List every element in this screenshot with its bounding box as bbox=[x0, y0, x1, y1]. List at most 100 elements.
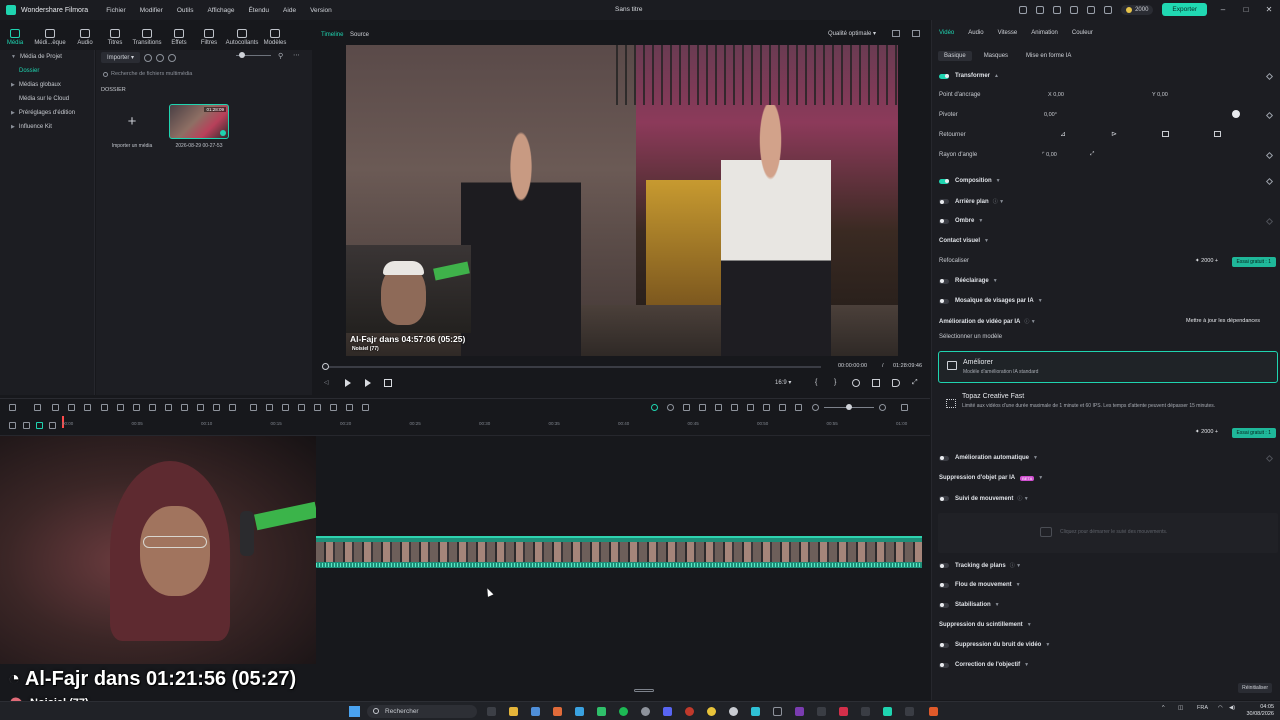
filmora-taskbar-icon[interactable] bbox=[883, 707, 892, 716]
text-icon[interactable] bbox=[133, 404, 140, 411]
camera-icon[interactable] bbox=[872, 379, 880, 387]
motion-tracker-area[interactable]: Cliquez pour démarrer le suivi des mouve… bbox=[938, 513, 1278, 553]
stabilization-toggle[interactable] bbox=[939, 602, 949, 608]
menu-version[interactable]: Version bbox=[310, 7, 332, 14]
chroma-icon[interactable] bbox=[330, 404, 337, 411]
image-icon[interactable] bbox=[779, 404, 786, 411]
chevron-down-icon[interactable]: ▼ bbox=[995, 602, 1000, 608]
magic-icon[interactable] bbox=[266, 404, 273, 411]
menu-affichage[interactable]: Affichage bbox=[207, 7, 234, 14]
redo-icon[interactable] bbox=[68, 404, 75, 411]
media-clip-thumbnail[interactable]: 01:28:09 bbox=[169, 104, 229, 139]
tab-audio[interactable]: Audio bbox=[968, 30, 983, 36]
chevron-down-icon[interactable]: ▼ bbox=[1027, 622, 1032, 628]
marker-icon[interactable] bbox=[683, 404, 690, 411]
rotate-input[interactable]: 0,00° bbox=[1044, 112, 1057, 118]
tray-volume-icon[interactable]: ◀) bbox=[1229, 705, 1235, 711]
audio-stretch-icon[interactable] bbox=[795, 404, 802, 411]
split-icon[interactable] bbox=[101, 404, 108, 411]
mark-in-icon[interactable]: { bbox=[815, 379, 823, 387]
link-icon[interactable] bbox=[23, 422, 30, 429]
magnet-icon[interactable] bbox=[36, 422, 43, 429]
rotate-dial[interactable] bbox=[1232, 110, 1240, 118]
transform-toggle[interactable] bbox=[939, 73, 949, 79]
face-mosaic-toggle[interactable] bbox=[939, 298, 949, 304]
headphones-icon[interactable] bbox=[1053, 5, 1062, 14]
tab-media[interactable]: Média bbox=[0, 29, 30, 46]
nav-media-projet[interactable]: ▼ Média de Projet bbox=[0, 50, 94, 64]
model-topaz[interactable]: Topaz Creative Fast Limité aux vidéos d'… bbox=[938, 390, 1278, 420]
subtab-mise-en-forme[interactable]: Mise en forme IA bbox=[1020, 51, 1077, 61]
play-full-icon[interactable] bbox=[365, 379, 371, 387]
tab-video[interactable]: Vidéo bbox=[939, 30, 954, 36]
color-icon[interactable] bbox=[149, 404, 156, 411]
chatgpt-icon[interactable] bbox=[729, 707, 738, 716]
terminal-icon[interactable] bbox=[861, 707, 870, 716]
tray-wifi-icon[interactable]: ◠ bbox=[1218, 705, 1223, 711]
info-icon[interactable]: ⓘ ▼ bbox=[1024, 318, 1035, 325]
aspect-ratio-dropdown[interactable]: 16:9 ▾ bbox=[775, 379, 791, 386]
app-icon[interactable] bbox=[751, 707, 760, 716]
mark-out-icon[interactable]: } bbox=[834, 379, 842, 387]
obs-icon[interactable] bbox=[795, 707, 804, 716]
credits-badge[interactable]: 2000 bbox=[1121, 4, 1154, 15]
chevron-down-icon[interactable]: ▼ bbox=[1016, 582, 1021, 588]
chevron-down-icon[interactable]: ▼ bbox=[1024, 662, 1029, 668]
mask-icon[interactable] bbox=[213, 404, 220, 411]
tab-effets[interactable]: Effets bbox=[164, 29, 194, 46]
snapshot-icon[interactable] bbox=[892, 30, 900, 37]
chevron-down-icon[interactable]: ▼ bbox=[978, 218, 983, 224]
nav-influence-kit[interactable]: ▶ Influence Kit bbox=[0, 120, 94, 134]
ai-icon[interactable] bbox=[250, 404, 257, 411]
speed-icon[interactable] bbox=[181, 404, 188, 411]
composition-keyframe-icon[interactable] bbox=[1265, 177, 1274, 186]
download-icon[interactable] bbox=[1087, 5, 1096, 14]
camera-icon[interactable] bbox=[156, 53, 165, 62]
chevron-down-icon[interactable]: ▼ bbox=[984, 238, 989, 244]
corner-radius-input[interactable]: ⌜ 0,00 bbox=[1042, 152, 1057, 158]
background-toggle[interactable] bbox=[939, 199, 949, 204]
app-icon[interactable] bbox=[929, 707, 938, 716]
rotate-right-icon[interactable] bbox=[1214, 131, 1221, 137]
plane-tracking-toggle[interactable] bbox=[939, 563, 949, 568]
more-icon[interactable]: ⋯ bbox=[293, 51, 300, 59]
menu-aide[interactable]: Aide bbox=[283, 7, 296, 14]
lens-correction-toggle[interactable] bbox=[939, 662, 949, 668]
chevron-down-icon[interactable]: ▼ bbox=[1038, 475, 1043, 481]
zoom-out-icon[interactable] bbox=[298, 404, 305, 411]
auto-enhance-toggle[interactable] bbox=[939, 455, 949, 461]
image-icon[interactable] bbox=[912, 30, 920, 37]
subtab-basique[interactable]: Basique bbox=[938, 51, 972, 61]
tab-timeline[interactable]: Timeline bbox=[321, 32, 343, 38]
store-icon[interactable] bbox=[531, 707, 540, 716]
zoom-minus-icon[interactable] bbox=[812, 404, 819, 411]
rotate-keyframe-icon[interactable] bbox=[1265, 111, 1274, 120]
maximize-icon[interactable]: □ bbox=[1239, 5, 1253, 14]
model-ameliorer[interactable]: Améliorer Modèle d'amélioration IA stand… bbox=[938, 351, 1278, 383]
whatsapp-icon[interactable] bbox=[597, 707, 606, 716]
app-icon[interactable] bbox=[905, 707, 914, 716]
chrome-icon[interactable] bbox=[707, 707, 716, 716]
reset-keyframe-icon[interactable] bbox=[1265, 72, 1274, 81]
tab-vitesse[interactable]: Vitesse bbox=[998, 30, 1018, 36]
tab-mediatheque[interactable]: Médi...èque bbox=[30, 29, 70, 46]
tab-couleur[interactable]: Couleur bbox=[1072, 30, 1093, 36]
brave-icon[interactable] bbox=[553, 707, 562, 716]
chevron-up-icon[interactable]: ▲ bbox=[994, 73, 999, 79]
voiceover-icon[interactable] bbox=[715, 404, 722, 411]
chevron-down-icon[interactable]: ▼ bbox=[996, 178, 1001, 184]
windows-start-icon[interactable] bbox=[349, 706, 360, 717]
nav-medias-globaux[interactable]: ▶ Médias globaux bbox=[0, 78, 94, 92]
media-search-input[interactable]: Recherche de fichiers multimédia bbox=[101, 69, 306, 80]
close-icon[interactable]: ✕ bbox=[1262, 5, 1276, 14]
add-track-icon[interactable] bbox=[9, 422, 16, 429]
tab-filtres[interactable]: Filtres bbox=[194, 29, 224, 46]
composition-toggle[interactable] bbox=[939, 178, 949, 184]
scrub-track[interactable] bbox=[326, 366, 821, 368]
info-icon[interactable]: ⓘ ▼ bbox=[1017, 495, 1028, 502]
mixer-icon[interactable] bbox=[763, 404, 770, 411]
spotify-icon[interactable] bbox=[619, 707, 628, 716]
menu-outils[interactable]: Outils bbox=[177, 7, 194, 14]
capcut-icon[interactable] bbox=[773, 707, 782, 716]
reset-button[interactable]: Réinitialiser bbox=[1238, 683, 1272, 693]
